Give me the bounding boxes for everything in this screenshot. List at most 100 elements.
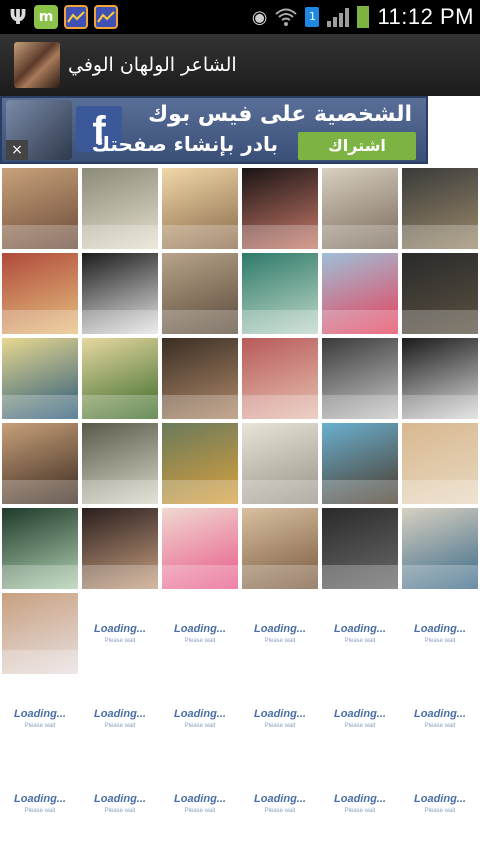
grid-item[interactable] bbox=[320, 421, 400, 506]
grid-item[interactable] bbox=[0, 506, 80, 591]
thumbnail-image[interactable] bbox=[2, 168, 78, 249]
please-wait-label: Please wait bbox=[424, 808, 456, 814]
grid-item[interactable] bbox=[320, 336, 400, 421]
thumbnail-image[interactable] bbox=[82, 168, 158, 249]
thumbnail-image[interactable] bbox=[162, 508, 238, 589]
thumbnail-image[interactable] bbox=[2, 508, 78, 589]
grid-item[interactable] bbox=[0, 166, 80, 251]
grid-item[interactable] bbox=[0, 591, 80, 676]
thumbnail-caption-area bbox=[2, 309, 78, 334]
grid-item[interactable] bbox=[400, 506, 480, 591]
please-wait-label: Please wait bbox=[424, 723, 456, 729]
thumbnail-image[interactable] bbox=[322, 253, 398, 334]
thumbnail-image[interactable] bbox=[242, 253, 318, 334]
grid-item-loading: Loading... Please wait bbox=[160, 591, 240, 676]
loading-placeholder: Loading... Please wait bbox=[402, 678, 478, 759]
thumbnail-image[interactable] bbox=[322, 168, 398, 249]
loading-label: Loading... bbox=[334, 793, 386, 805]
thumbnail-image[interactable] bbox=[242, 168, 318, 249]
thumbnail-image[interactable] bbox=[162, 423, 238, 504]
grid-item[interactable] bbox=[240, 421, 320, 506]
please-wait-label: Please wait bbox=[264, 808, 296, 814]
loading-placeholder: Loading... Please wait bbox=[2, 678, 78, 759]
grid-item[interactable] bbox=[160, 506, 240, 591]
thumbnail-image[interactable] bbox=[242, 338, 318, 419]
image-grid: Loading... Please wait Loading... Please wa… bbox=[0, 166, 480, 846]
loading-label: Loading... bbox=[94, 793, 146, 805]
thumbnail-image[interactable] bbox=[322, 338, 398, 419]
thumbnail-image[interactable] bbox=[402, 423, 478, 504]
ad-subscribe-button[interactable]: اشتراك bbox=[298, 132, 416, 160]
thumbnail-caption-area bbox=[2, 649, 78, 674]
grid-item-loading: Loading... Please wait bbox=[80, 676, 160, 761]
thumbnail-image[interactable] bbox=[82, 508, 158, 589]
loading-label: Loading... bbox=[414, 708, 466, 720]
thumbnail-caption-area bbox=[162, 564, 238, 589]
grid-item[interactable] bbox=[240, 166, 320, 251]
grid-item[interactable] bbox=[0, 421, 80, 506]
grid-item[interactable] bbox=[80, 166, 160, 251]
grid-item[interactable] bbox=[320, 251, 400, 336]
thumbnail-caption-area bbox=[402, 479, 478, 504]
grid-item[interactable] bbox=[80, 336, 160, 421]
close-icon[interactable]: × bbox=[6, 140, 28, 160]
grid-item[interactable] bbox=[320, 166, 400, 251]
thumbnail-image[interactable] bbox=[2, 593, 78, 674]
grid-item[interactable] bbox=[80, 506, 160, 591]
thumbnail-image[interactable] bbox=[242, 508, 318, 589]
please-wait-label: Please wait bbox=[24, 723, 56, 729]
thumbnail-image[interactable] bbox=[2, 253, 78, 334]
thumbnail-caption-area bbox=[242, 309, 318, 334]
ad-banner[interactable]: × f الشخصية على فيس بوك بادر بإنشاء صفحت… bbox=[0, 96, 428, 164]
grid-item[interactable] bbox=[400, 336, 480, 421]
please-wait-label: Please wait bbox=[104, 723, 136, 729]
thumbnail-image[interactable] bbox=[2, 338, 78, 419]
grid-item[interactable] bbox=[240, 506, 320, 591]
grid-item[interactable] bbox=[400, 251, 480, 336]
thumbnail-image[interactable] bbox=[402, 253, 478, 334]
loading-placeholder: Loading... Please wait bbox=[82, 593, 158, 674]
grid-item[interactable] bbox=[0, 251, 80, 336]
loading-label: Loading... bbox=[94, 623, 146, 635]
grid-item[interactable] bbox=[160, 166, 240, 251]
thumbnail-caption-area bbox=[162, 224, 238, 249]
thumbnail-image[interactable] bbox=[82, 253, 158, 334]
loading-placeholder: Loading... Please wait bbox=[242, 763, 318, 844]
grid-item[interactable] bbox=[400, 166, 480, 251]
please-wait-label: Please wait bbox=[344, 808, 376, 814]
thumbnail-caption-area bbox=[2, 479, 78, 504]
thumbnail-caption-area bbox=[242, 394, 318, 419]
thumbnail-image[interactable] bbox=[322, 423, 398, 504]
loading-placeholder: Loading... Please wait bbox=[2, 763, 78, 844]
grid-item[interactable] bbox=[160, 421, 240, 506]
thumbnail-image[interactable] bbox=[82, 338, 158, 419]
thumbnail-image[interactable] bbox=[162, 253, 238, 334]
grid-item[interactable] bbox=[400, 421, 480, 506]
grid-item[interactable] bbox=[80, 251, 160, 336]
thumbnail-image[interactable] bbox=[82, 423, 158, 504]
status-bar: Ψ m ◉ 1 11:12 PM bbox=[0, 0, 480, 34]
loading-placeholder: Loading... Please wait bbox=[162, 593, 238, 674]
grid-item-loading: Loading... Please wait bbox=[80, 761, 160, 846]
grid-item[interactable] bbox=[80, 421, 160, 506]
grid-item-loading: Loading... Please wait bbox=[160, 761, 240, 846]
app-avatar[interactable] bbox=[14, 42, 60, 88]
thumbnail-image[interactable] bbox=[322, 508, 398, 589]
thumbnail-image[interactable] bbox=[402, 168, 478, 249]
thumbnail-image[interactable] bbox=[162, 168, 238, 249]
clock: 11:12 PM bbox=[377, 4, 474, 29]
grid-item[interactable] bbox=[320, 506, 400, 591]
grid-item[interactable] bbox=[0, 336, 80, 421]
loading-label: Loading... bbox=[334, 708, 386, 720]
grid-item[interactable] bbox=[240, 336, 320, 421]
thumbnail-image[interactable] bbox=[162, 338, 238, 419]
thumbnail-caption-area bbox=[82, 309, 158, 334]
thumbnail-image[interactable] bbox=[402, 338, 478, 419]
thumbnail-image[interactable] bbox=[242, 423, 318, 504]
grid-item[interactable] bbox=[160, 251, 240, 336]
grid-item[interactable] bbox=[240, 251, 320, 336]
thumbnail-image[interactable] bbox=[2, 423, 78, 504]
thumbnail-image[interactable] bbox=[402, 508, 478, 589]
grid-item[interactable] bbox=[160, 336, 240, 421]
grid-item-loading: Loading... Please wait bbox=[240, 591, 320, 676]
